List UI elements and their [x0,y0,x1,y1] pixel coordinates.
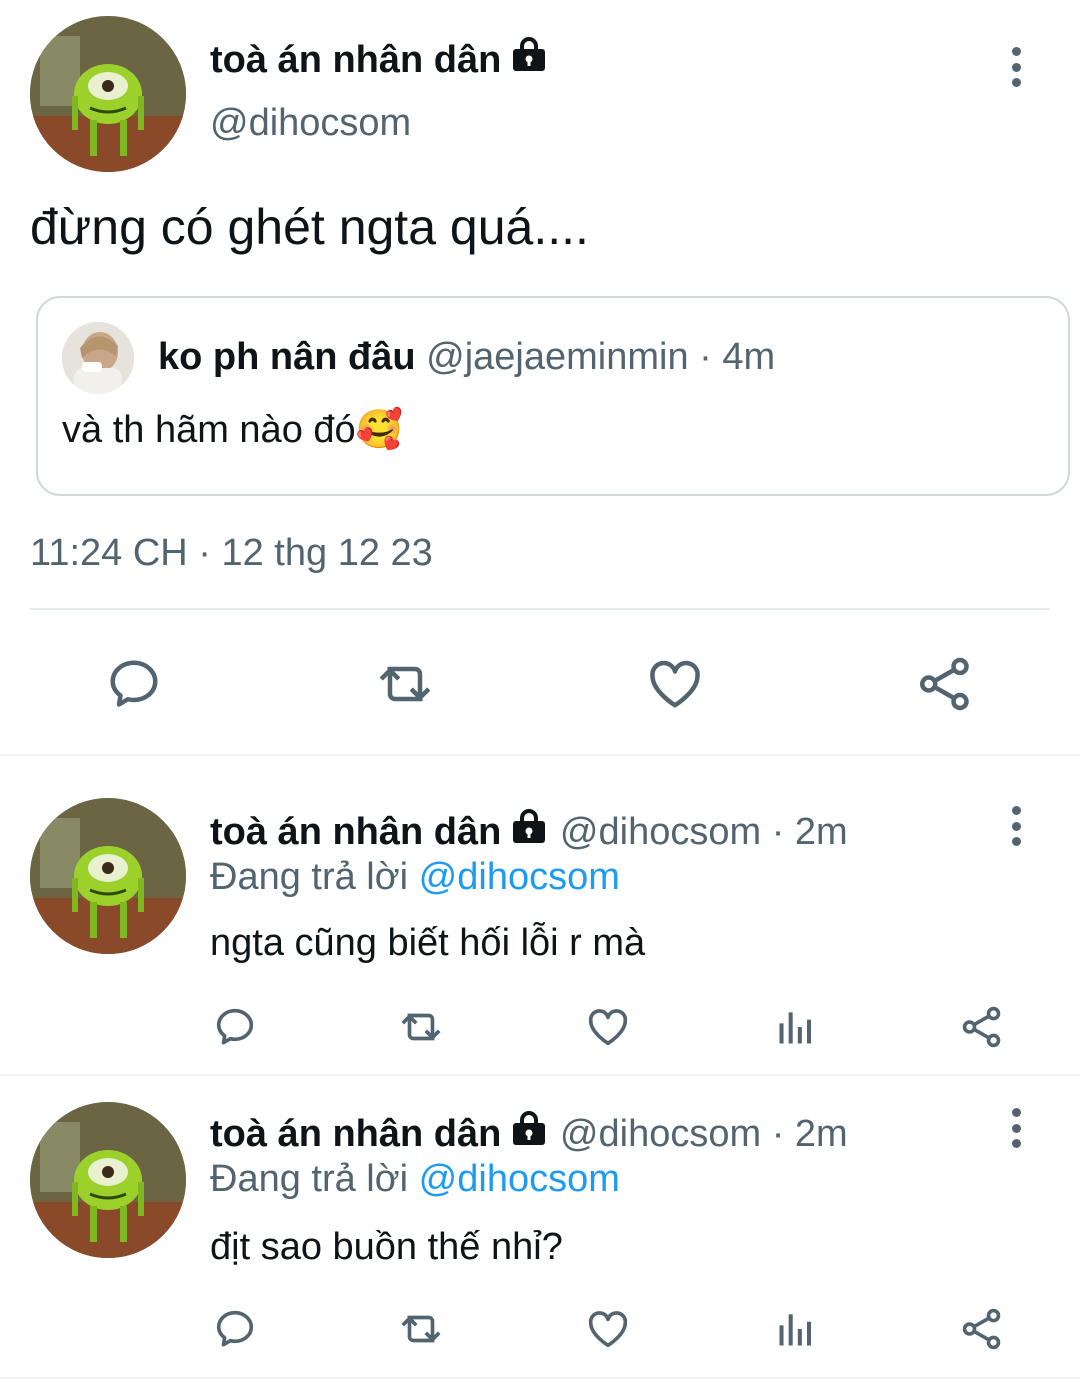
section-divider [0,1074,1080,1076]
quoted-avatar[interactable] [62,322,134,394]
tweet-text: đừng có ghét ngta quá.... [30,199,589,255]
retweet-icon[interactable] [396,1306,446,1352]
retweet-icon[interactable] [396,1004,446,1050]
quoted-time: · 4m [699,336,776,378]
handle[interactable]: @dihocsom [560,811,761,853]
display-name[interactable]: toà án nhân dân [210,1113,501,1155]
quoted-author-line: ko ph nân đâu @jaejaeminmin · 4m [158,336,775,379]
replying-to-link[interactable]: @dihocsom [419,1158,620,1200]
quoted-text: và th hãm nào đó🥰 [62,409,403,451]
more-options-icon[interactable] [1010,47,1022,87]
reply-icon[interactable] [104,654,164,714]
retweet-icon[interactable] [372,654,438,714]
reply-time: · 2m [771,1113,848,1155]
reply-author-line: toà án nhân dân @dihocsom · 2m [210,1110,848,1156]
display-name[interactable]: toà án nhân dân [210,39,501,81]
section-divider [0,754,1080,756]
replying-prefix: Đang trả lời [210,856,409,898]
replying-prefix: Đang trả lời [210,1158,409,1200]
analytics-icon[interactable] [774,1306,818,1352]
lock-icon [509,36,549,72]
avatar[interactable] [30,798,186,954]
quoted-handle[interactable]: @jaejaeminmin [426,336,688,378]
reply-text: ngta cũng biết hối lỗi r mà [210,922,646,964]
share-icon[interactable] [914,654,976,714]
reply-icon[interactable] [212,1306,258,1352]
section-divider [0,1377,1080,1379]
handle[interactable]: @dihocsom [560,1113,761,1155]
like-icon[interactable] [644,654,706,714]
reply-text: địt sao buồn thế nhỉ? [210,1226,563,1268]
replying-to-line: Đang trả lời @dihocsom [210,1158,620,1201]
lock-icon [509,808,549,844]
reply-icon[interactable] [212,1004,258,1050]
avatar[interactable] [30,1102,186,1258]
author-line: toà án nhân dân [210,36,549,82]
share-icon[interactable] [958,1306,1006,1352]
more-options-icon[interactable] [1010,1108,1022,1148]
like-icon[interactable] [584,1306,632,1352]
quoted-tweet-card[interactable] [36,296,1070,496]
divider [30,608,1050,610]
analytics-icon[interactable] [774,1004,818,1050]
replying-to-line: Đang trả lời @dihocsom [210,856,620,899]
display-name[interactable]: toà án nhân dân [210,811,501,853]
reply-time: · 2m [771,811,848,853]
timestamp[interactable]: 11:24 CH · 12 thg 12 23 [30,532,433,575]
like-icon[interactable] [584,1004,632,1050]
handle[interactable]: @dihocsom [210,102,411,145]
reply-author-line: toà án nhân dân @dihocsom · 2m [210,808,848,854]
quoted-display-name[interactable]: ko ph nân đâu [158,336,416,378]
more-options-icon[interactable] [1010,806,1022,846]
share-icon[interactable] [958,1004,1006,1050]
replying-to-link[interactable]: @dihocsom [419,856,620,898]
lock-icon [509,1110,549,1146]
avatar[interactable] [30,16,186,172]
